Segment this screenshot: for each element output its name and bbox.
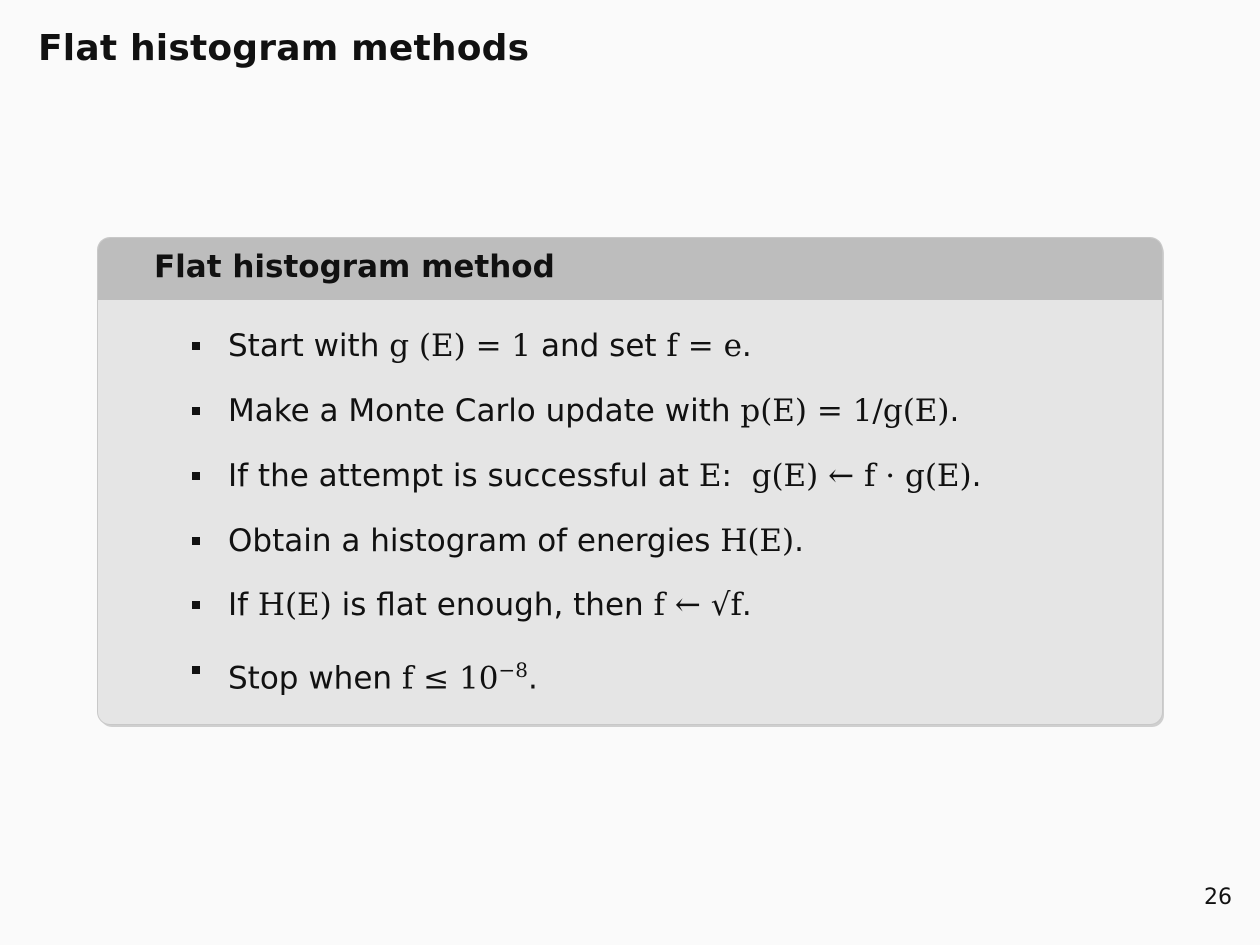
- bullet-marker: [192, 472, 200, 480]
- bullet-text: Start with g (E) = 1 and set f = e.: [228, 324, 752, 368]
- item-math-2: f = e: [666, 328, 742, 364]
- item-text: Make a Monte Carlo update with: [228, 393, 741, 429]
- item-math: H(E): [720, 523, 795, 559]
- item-math-2: g(E) ← f · g(E): [751, 458, 972, 494]
- item-text: Obtain a histogram of energies: [228, 523, 721, 559]
- item-text-2: :: [721, 458, 752, 494]
- item-text-2: and set: [531, 328, 667, 364]
- bullet-text: Stop when f ≤ 10−8.: [228, 648, 538, 700]
- item-text: If the attempt is successful at: [228, 458, 699, 494]
- bullet-text: If the attempt is successful at E: g(E) …: [228, 454, 982, 498]
- item-math: g (E) = 1: [389, 328, 532, 364]
- item-tail: .: [971, 458, 982, 494]
- page-number: 26: [1204, 885, 1232, 910]
- theorem-block: Flat histogram method Start with g (E) =…: [98, 238, 1162, 724]
- bullet-marker: [192, 601, 200, 609]
- item-math: E: [698, 458, 722, 494]
- item-math-2: f ← √f: [653, 587, 742, 623]
- slide-title: Flat histogram methods: [38, 28, 530, 69]
- item-math: f ≤ 10: [401, 660, 499, 697]
- bullet-text: Obtain a histogram of energies H(E).: [228, 519, 804, 563]
- item-tail: .: [949, 393, 960, 429]
- bullet-text: Make a Monte Carlo update with p(E) = 1/…: [228, 389, 959, 433]
- item-tail: .: [794, 523, 805, 559]
- bullet-marker: [192, 407, 200, 415]
- item-text-2: is flat enough, then: [331, 587, 654, 623]
- item-tail: .: [741, 587, 752, 623]
- item-tail: .: [528, 660, 538, 697]
- item-math: p(E) = 1/g(E): [740, 393, 950, 429]
- bullet-marker: [192, 666, 200, 674]
- bullet-text: If H(E) is flat enough, then f ← √f.: [228, 583, 752, 627]
- item-tail: .: [741, 328, 752, 364]
- item-math: H(E): [257, 587, 332, 623]
- bullet-marker: [192, 537, 200, 545]
- block-header: Flat histogram method: [98, 238, 1162, 300]
- item-superscript: −8: [498, 658, 528, 682]
- bullet-marker: [192, 342, 200, 350]
- item-text: If: [228, 587, 258, 623]
- item-text: Start with: [228, 328, 390, 364]
- block-title: Flat histogram method: [154, 249, 555, 285]
- item-text: Stop when: [228, 660, 402, 697]
